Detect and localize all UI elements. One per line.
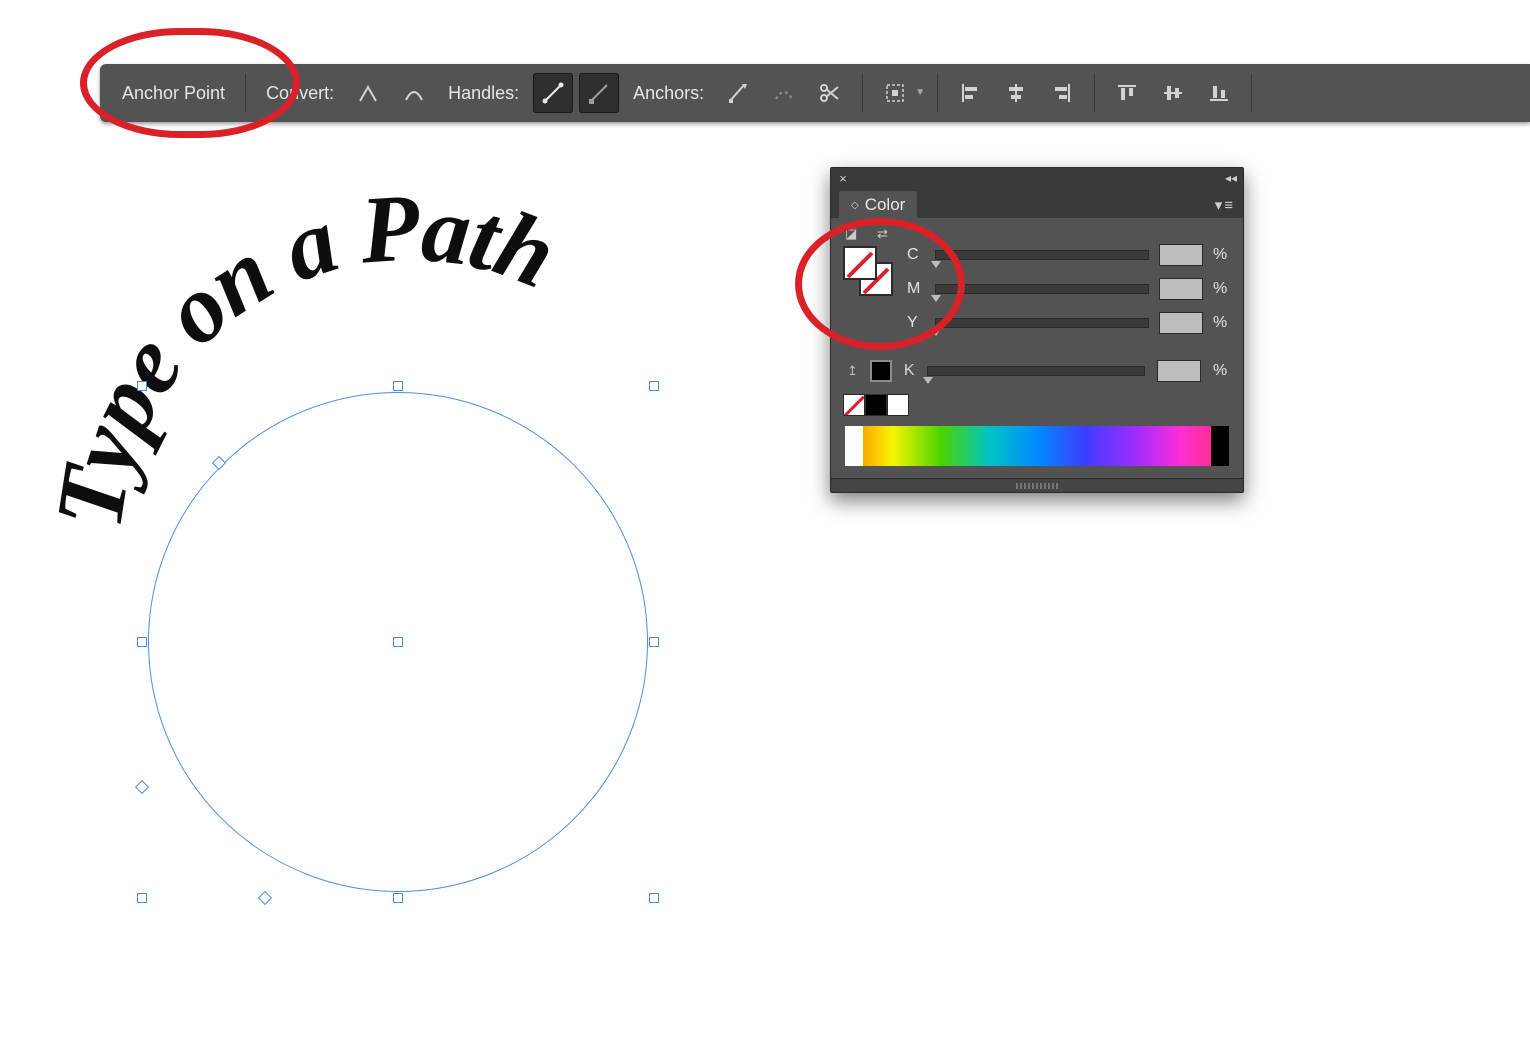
bbox-handle-tm[interactable] [393,381,403,391]
control-bar: Anchor Point Convert: Handles: Anchors: … [100,64,1530,122]
convert-label: Convert: [258,83,342,104]
swatch-white[interactable] [887,394,909,416]
selection-bounding-box[interactable] [142,386,654,898]
show-handles-button[interactable] [533,73,573,113]
anchors-label: Anchors: [625,83,712,104]
connect-anchors-button[interactable] [764,73,804,113]
anchor-point-icon[interactable] [135,780,149,794]
isolate-button[interactable] [875,73,915,113]
separator [1251,74,1252,112]
align-bottom-button[interactable] [1199,73,1239,113]
convert-to-corner-button[interactable] [348,73,388,113]
panel-tabbar: ◇ Color ▾≡ [831,190,1243,218]
slider-k[interactable] [927,366,1145,376]
value-k-input[interactable] [1157,360,1201,382]
slider-y[interactable] [935,318,1149,328]
slider-c[interactable] [935,250,1149,260]
align-left-button[interactable] [950,73,990,113]
swap-fill-stroke-icon[interactable]: ⇄ [877,226,888,242]
align-top-button[interactable] [1107,73,1147,113]
tool-indicator-label: Anchor Point [114,83,233,104]
swatch-none[interactable] [843,394,865,416]
quick-swatches [843,394,1231,416]
last-color-icon[interactable]: ↥ [847,363,858,379]
fill-swatch[interactable] [843,246,877,280]
anchor-point-icon[interactable] [212,456,226,470]
value-y-input[interactable] [1159,312,1203,334]
bbox-handle-mr[interactable] [649,637,659,647]
separator [1094,74,1095,112]
swatch-black[interactable] [865,394,887,416]
bbox-handle-bm[interactable] [393,893,403,903]
handles-label: Handles: [440,83,527,104]
bbox-handle-center[interactable] [393,637,403,647]
dropdown-caret-icon[interactable]: ▼ [915,87,925,98]
channel-label-k: K [904,362,915,380]
channel-label-y: Y [907,314,925,332]
separator [862,74,863,112]
fill-stroke-tiny-icon[interactable]: ◪ [845,226,857,242]
percent-label: % [1213,314,1231,332]
panel-titlebar[interactable]: × ◂◂ [831,168,1243,190]
separator [937,74,938,112]
tab-caret-icon: ◇ [851,200,859,211]
panel-resize-grip[interactable] [831,478,1243,492]
convert-to-smooth-button[interactable] [394,73,434,113]
align-hcenter-button[interactable] [996,73,1036,113]
panel-title: Color [865,195,906,215]
bbox-handle-bl[interactable] [137,893,147,903]
bbox-handle-tl[interactable] [137,381,147,391]
bbox-handle-ml[interactable] [137,637,147,647]
color-panel[interactable]: × ◂◂ ◇ Color ▾≡ ◪ ⇄ C % M % [830,167,1244,493]
panel-menu-button[interactable]: ▾≡ [1215,196,1235,214]
panel-body: ◪ ⇄ C % M % Y % ↥ K [831,218,1243,478]
separator [245,74,246,112]
slider-m[interactable] [935,284,1149,294]
hide-handles-button[interactable] [579,73,619,113]
bbox-handle-tr[interactable] [649,381,659,391]
artboard-canvas[interactable]: Type on a Path [0,130,800,930]
cut-path-button[interactable] [810,73,850,113]
color-tab[interactable]: ◇ Color [839,191,917,218]
align-right-button[interactable] [1042,73,1082,113]
anchor-point-icon[interactable] [258,891,272,905]
percent-label: % [1213,362,1231,380]
remove-anchor-button[interactable] [718,73,758,113]
color-spectrum[interactable] [845,426,1229,466]
panel-collapse-button[interactable]: ◂◂ [1225,171,1237,185]
align-vcenter-button[interactable] [1153,73,1193,113]
panel-close-button[interactable]: × [835,171,851,187]
last-color-swatch[interactable] [870,360,892,382]
bbox-handle-br[interactable] [649,893,659,903]
